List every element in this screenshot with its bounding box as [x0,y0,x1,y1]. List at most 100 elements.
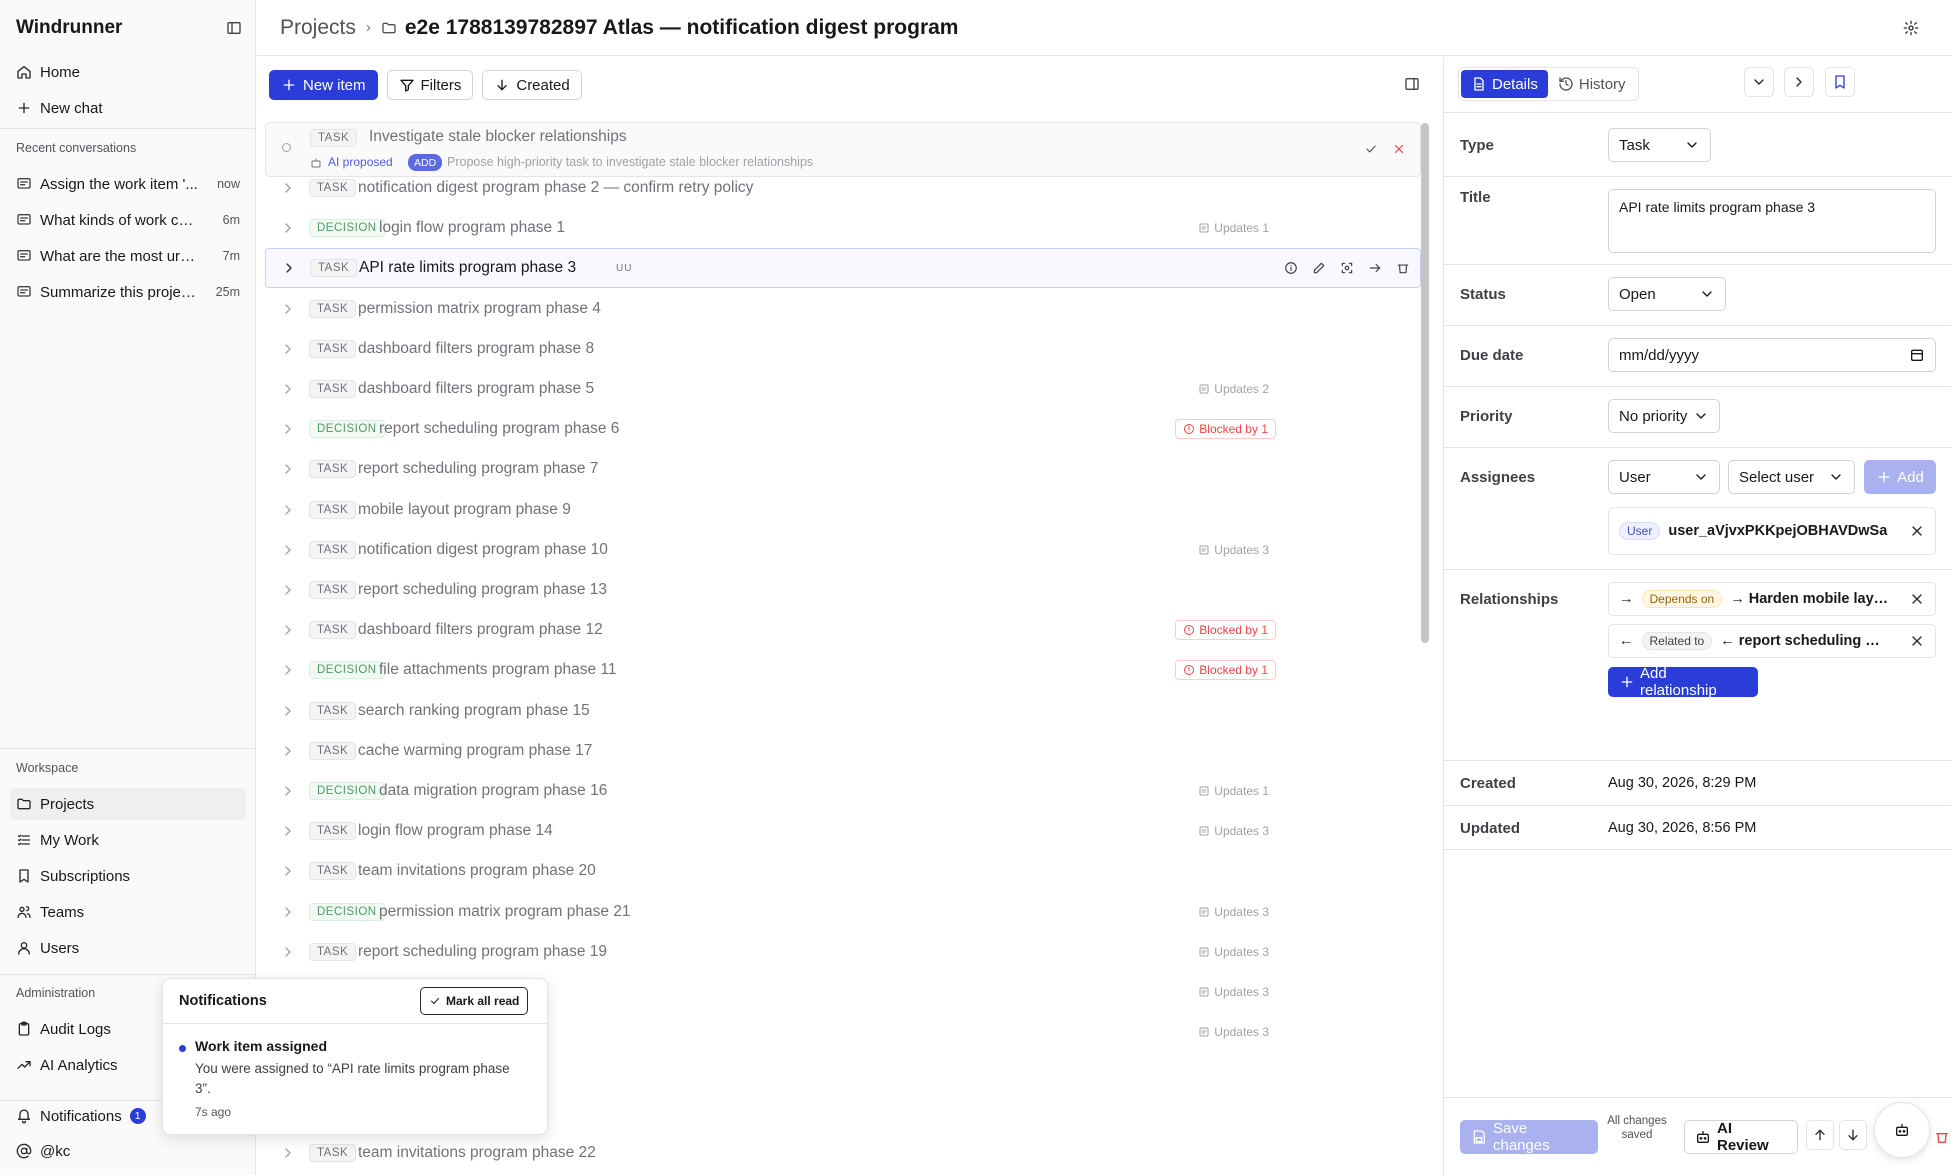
close-icon[interactable] [1909,633,1925,649]
assignee-kind-select[interactable]: User [1608,460,1720,494]
table-row[interactable]: TASK team invitations program phase 22 [265,1133,1421,1173]
table-row[interactable]: TASK report scheduling program phase 13 [265,570,1421,610]
table-row[interactable]: TASK notification digest program phase 10… [265,530,1421,570]
arrow-right-icon[interactable] [1368,261,1382,275]
chevron-right-icon[interactable] [280,622,296,638]
chevron-right-icon[interactable] [280,582,296,598]
chevron-right-icon[interactable] [280,662,296,678]
table-row[interactable]: TASK notification digest program phase 2 … [265,168,1421,208]
radio-circle-icon[interactable] [282,143,291,152]
add-relationship-button[interactable]: Add relationship [1608,665,1758,699]
table-row[interactable]: TASK team invitations program phase 20 [265,851,1421,891]
title-input[interactable]: API rate limits program phase 3 [1608,189,1936,253]
collapse-button[interactable] [1744,67,1774,97]
chevron-right-icon[interactable] [280,1145,296,1161]
chevron-right-icon[interactable] [280,542,296,558]
bookmark-button[interactable] [1825,67,1855,97]
conversation-item[interactable]: Assign the work item '... now [10,168,246,200]
chevron-right-icon[interactable] [280,863,296,879]
scrollbar[interactable] [1421,123,1429,643]
table-row[interactable]: DECISION permission matrix program phase … [265,892,1421,932]
table-row[interactable]: TASK report scheduling program phase 19 Up… [265,932,1421,972]
ai-review-button[interactable]: AI Review [1684,1120,1798,1154]
save-changes-button[interactable]: Save changes [1460,1120,1598,1154]
trash-icon[interactable] [1396,261,1410,275]
chevron-right-icon[interactable] [280,502,296,518]
chevron-right-icon[interactable] [280,461,296,477]
chevron-right-icon[interactable] [280,301,296,317]
table-row[interactable]: TASK report scheduling program phase 7 [265,449,1421,489]
tab-history[interactable]: History [1548,70,1636,98]
sidebar-item-subscriptions[interactable]: Subscriptions [10,860,246,892]
chevron-right-icon[interactable] [280,743,296,759]
gear-icon[interactable] [1903,20,1919,36]
table-row[interactable]: TASK mobile layout program phase 9 [265,490,1421,530]
calendar-icon[interactable] [1909,347,1925,363]
chevron-right-icon[interactable] [280,783,296,799]
chevron-right-icon[interactable] [280,180,296,196]
table-row[interactable]: DECISION report scheduling program phase … [265,409,1421,449]
relationship-item[interactable]: ← Related to ← report scheduling program [1608,624,1936,658]
table-row[interactable]: TASK permission matrix program phase 4 [265,289,1421,329]
filters-button[interactable]: Filters [386,70,474,100]
check-icon[interactable] [1364,142,1378,156]
conversation-item[interactable]: What are the most urge... 7m [10,240,246,272]
table-row[interactable]: TASK dashboard filters program phase 8 [265,329,1421,369]
chevron-right-icon[interactable] [280,904,296,920]
table-row[interactable]: TASK cache warming program phase 17 [265,731,1421,771]
type-select[interactable]: Task [1608,128,1711,162]
assistant-fab[interactable] [1874,1102,1930,1158]
chevron-right-icon[interactable] [280,421,296,437]
close-icon[interactable] [1909,591,1925,607]
chevron-right-icon[interactable] [280,381,296,397]
new-item-button[interactable]: New item [269,70,378,100]
trash-icon[interactable] [1934,1129,1950,1145]
sidebar-item-teams[interactable]: Teams [10,896,246,928]
chevron-right-icon[interactable] [280,823,296,839]
breadcrumb-projects[interactable]: Projects [280,16,356,40]
assignee-user-select[interactable]: Select user [1728,460,1855,494]
status-select[interactable]: Open [1608,277,1726,311]
table-row[interactable]: DECISION data migration program phase 16 U… [265,771,1421,811]
relationship-item[interactable]: → Depends on → Harden mobile layout [1608,582,1936,616]
add-assignee-button[interactable]: Add [1864,460,1936,494]
conversation-item[interactable]: Summarize this project... 25m [10,276,246,308]
chevron-right-icon[interactable] [280,944,296,960]
table-row[interactable]: TASK login flow program phase 14 Updates 3 [265,811,1421,851]
sidebar-item-account[interactable]: @kc [10,1135,246,1167]
sidebar-item-my-work[interactable]: My Work [10,824,246,856]
chevron-right-icon[interactable] [280,341,296,357]
blocked-badge[interactable]: Blocked by 1 [1175,419,1276,440]
chevron-right-icon[interactable] [281,260,297,276]
blocked-badge[interactable]: Blocked by 1 [1175,620,1276,641]
close-icon[interactable] [1909,523,1925,539]
sidebar-item-home[interactable]: Home [10,56,246,88]
sidebar-item-new-chat[interactable]: New chat [10,92,246,124]
chevron-right-icon[interactable] [280,703,296,719]
sidebar-item-users[interactable]: Users [10,932,246,964]
table-row[interactable]: TASK search ranking program phase 15 [265,691,1421,731]
move-up-button[interactable] [1806,1120,1834,1150]
sidebar-item-projects[interactable]: Projects [10,788,246,820]
due-date-input[interactable]: mm/dd/yyyy [1608,338,1936,372]
chevron-right-icon[interactable] [280,220,296,236]
close-icon[interactable] [1392,142,1406,156]
move-down-button[interactable] [1839,1120,1867,1150]
notification-item[interactable]: Work item assigned You were assigned to … [163,1024,547,1134]
table-row[interactable]: TASK dashboard filters program phase 5 Upd… [265,369,1421,409]
sort-button[interactable]: Created [482,70,582,100]
blocked-badge[interactable]: Blocked by 1 [1175,660,1276,681]
mark-all-read-button[interactable]: Mark all read [420,987,529,1015]
tab-details[interactable]: Details [1461,70,1548,98]
table-row[interactable]: DECISION login flow program phase 1 Update… [265,208,1421,248]
table-row[interactable]: TASK dashboard filters program phase 12 Bl… [265,610,1421,650]
panel-toggle-icon[interactable] [1404,76,1420,92]
edit-icon[interactable] [1312,261,1326,275]
next-button[interactable] [1784,67,1814,97]
priority-select[interactable]: No priority [1608,399,1720,433]
table-row-selected[interactable]: TASK API rate limits program phase 3 UU [265,248,1421,289]
conversation-item[interactable]: What kinds of work can ... 6m [10,204,246,236]
sidebar-toggle-icon[interactable] [226,20,242,36]
table-row[interactable]: DECISION file attachments program phase 1… [265,650,1421,690]
info-icon[interactable] [1284,261,1298,275]
